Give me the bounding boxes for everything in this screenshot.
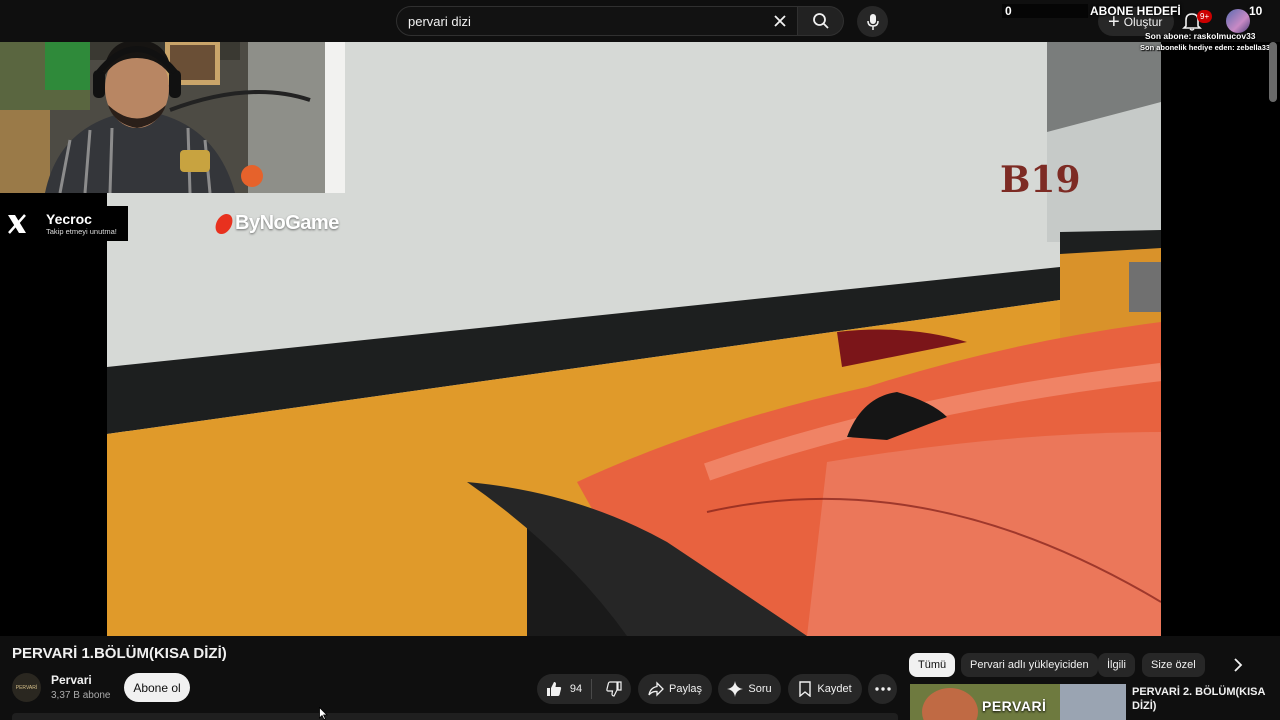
mouse-cursor-icon <box>319 707 328 720</box>
notification-badge: 9+ <box>1197 10 1213 23</box>
like-dislike-group: 94 <box>537 674 631 704</box>
subscriber-count: 3,37 B abone <box>51 690 111 701</box>
like-count: 94 <box>569 683 583 695</box>
clear-search-icon[interactable] <box>765 6 795 36</box>
save-label: Kaydet <box>817 683 852 695</box>
chip-from-uploader[interactable]: Pervari adlı yükleyiciden <box>961 653 1098 677</box>
chip-for-you[interactable]: Size özel <box>1142 653 1205 677</box>
last-subscriber: Son abone: raskolmucov33 <box>1145 31 1256 41</box>
thumbnail-title: PERVARİ <box>982 698 1047 714</box>
x-handle: Yecroc <box>46 210 92 227</box>
chevron-right-icon <box>1234 658 1243 672</box>
chips-next-button[interactable] <box>1226 653 1250 677</box>
share-label: Paylaş <box>668 683 703 695</box>
recommendation-title[interactable]: PERVARİ 2. BÖLÜM(KISA DİZİ) <box>1132 685 1268 713</box>
search-icon <box>812 13 829 29</box>
chip-all[interactable]: Tümü <box>909 653 956 677</box>
youtube-watch-page: B19 Yecroc Takip etmeyi unutma! ByNoGame… <box>0 0 1280 720</box>
voice-search-button[interactable] <box>857 6 888 37</box>
recommendation-thumbnail[interactable]: PERVARİ <box>910 684 1126 720</box>
bookmark-icon <box>799 681 812 697</box>
description-box-edge <box>12 713 898 720</box>
channel-avatar[interactable]: PERVARİ <box>12 673 41 702</box>
ask-label: Soru <box>748 683 772 695</box>
share-button[interactable]: Paylaş <box>638 674 712 704</box>
sponsor-logo: ByNoGame <box>213 212 339 235</box>
dislike-button[interactable] <box>597 681 631 697</box>
overlay-counter: 0 <box>1002 4 1088 18</box>
channel-avatar-text: PERVARİ <box>15 684 38 691</box>
share-arrow-icon <box>648 681 664 697</box>
channel-name[interactable]: Pervari <box>51 673 92 687</box>
page-scrollbar[interactable] <box>1269 42 1277 102</box>
x-logo-icon <box>0 206 34 241</box>
search-button[interactable] <box>798 6 844 36</box>
subscriber-goal-value: 10 <box>1249 4 1263 18</box>
sparkle-icon <box>727 681 744 697</box>
subscriber-goal-label: ABONE HEDEFİ <box>1090 4 1181 18</box>
x-social-tag: Yecroc Takip etmeyi unutma! <box>0 206 128 241</box>
search-input[interactable]: pervari dizi <box>396 6 798 36</box>
x-subtitle: Takip etmeyi unutma! <box>46 226 117 236</box>
save-button[interactable]: Kaydet <box>788 674 862 704</box>
subscribe-button[interactable]: Abone ol <box>124 673 190 702</box>
sponsor-name: ByNoGame <box>235 212 339 234</box>
microphone-icon <box>866 13 879 30</box>
video-title: PERVARİ 1.BÖLÜM(KISA DİZİ) <box>12 645 227 662</box>
ask-button[interactable]: Soru <box>718 674 781 704</box>
more-actions-button[interactable] <box>868 674 897 704</box>
chip-related[interactable]: İlgili <box>1098 653 1135 677</box>
more-horizontal-icon <box>874 687 891 691</box>
like-button[interactable]: 94 <box>537 679 592 699</box>
thumbs-down-icon <box>606 681 622 697</box>
sponsor-mark-icon <box>213 213 235 234</box>
search-query[interactable]: pervari dizi <box>408 14 765 29</box>
last-gift-subscriber: Son abonelik hediye eden: zebella33 <box>1140 43 1271 52</box>
thumbs-up-icon <box>546 682 561 696</box>
account-avatar[interactable] <box>1226 9 1250 33</box>
parking-sign-text: B19 <box>1000 159 1081 201</box>
